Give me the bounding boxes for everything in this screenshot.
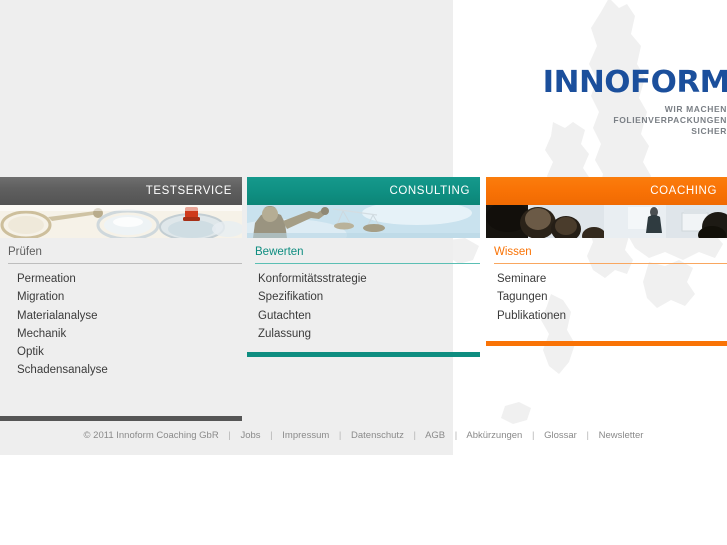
link-seminare[interactable]: Seminare: [497, 270, 727, 288]
footer-copyright: © 2011 Innoform Coaching GbR: [83, 430, 219, 441]
footer-link-jobs[interactable]: Jobs: [240, 430, 260, 441]
lady-justice-image: [247, 205, 480, 238]
photo-lady-justice[interactable]: [247, 205, 480, 238]
section-bar-coaching[interactable]: COACHING: [486, 177, 727, 205]
section-bar-label-consulting: CONSULTING: [389, 185, 470, 197]
link-tagungen[interactable]: Tagungen: [497, 288, 727, 306]
tagline-line-1: WIR MACHEN: [664, 104, 727, 114]
photo-seminar-audience[interactable]: [486, 205, 727, 238]
link-gutachten[interactable]: Gutachten: [258, 307, 480, 325]
section-bar-consulting[interactable]: CONSULTING: [247, 177, 480, 205]
footer-link-abkuerzungen[interactable]: Abkürzungen: [466, 430, 522, 441]
footer-separator: |: [270, 430, 273, 441]
column-heading-pruefen: Prüfen: [8, 246, 242, 264]
link-migration[interactable]: Migration: [17, 288, 242, 306]
link-konformitaetsstrategie[interactable]: Konformitätsstrategie: [258, 270, 480, 288]
nav-consulting: Konformitätsstrategie Spezifikation Guta…: [258, 270, 480, 343]
column-heading-wissen: Wissen: [494, 246, 727, 264]
column-heading-bewerten: Bewerten: [255, 246, 480, 264]
link-materialanalyse[interactable]: Materialanalyse: [17, 307, 242, 325]
section-bar-label-testservice: TESTSERVICE: [145, 185, 232, 197]
footer-separator: |: [454, 430, 458, 441]
link-schadensanalyse[interactable]: Schadensanalyse: [17, 361, 242, 379]
accent-rule-testservice: [0, 416, 242, 421]
section-bar-testservice[interactable]: TESTSERVICE: [0, 177, 242, 205]
footer-separator: |: [586, 430, 589, 441]
tagline-line-2: FOLIENVERPACKUNGEN: [613, 115, 727, 125]
tagline-line-3: SICHER: [691, 126, 727, 136]
footer-separator: |: [338, 430, 342, 441]
accent-rule-consulting: [247, 352, 480, 357]
link-optik[interactable]: Optik: [17, 343, 242, 361]
footer-link-glossar[interactable]: Glossar: [544, 430, 577, 441]
logo-tagline: WIR MACHEN FOLIENVERPACKUNGEN SICHER: [548, 104, 727, 137]
footer-link-newsletter[interactable]: Newsletter: [599, 430, 644, 441]
photo-laboratory-glassware[interactable]: [0, 205, 242, 238]
footer-link-datenschutz[interactable]: Datenschutz: [351, 430, 404, 441]
footer-separator: |: [228, 430, 231, 441]
seminar-audience-image: [486, 205, 727, 238]
accent-rule-coaching: [486, 341, 727, 346]
footer: © 2011 Innoform Coaching GbR | Jobs | Im…: [0, 430, 727, 441]
link-permeation[interactable]: Permeation: [17, 270, 242, 288]
link-spezifikation[interactable]: Spezifikation: [258, 288, 480, 306]
link-publikationen[interactable]: Publikationen: [497, 307, 727, 325]
link-mechanik[interactable]: Mechanik: [17, 325, 242, 343]
site-logo[interactable]: INNOFORM WIR MACHEN FOLIENVERPACKUNGEN S…: [543, 68, 727, 137]
footer-link-impressum[interactable]: Impressum: [282, 430, 329, 441]
nav-testservice: Permeation Migration Materialanalyse Mec…: [17, 270, 242, 380]
laboratory-glassware-image: [0, 205, 242, 238]
footer-separator: |: [531, 430, 535, 441]
homepage: INNOFORM WIR MACHEN FOLIENVERPACKUNGEN S…: [0, 0, 727, 545]
page-bottom-whitespace: [0, 455, 727, 545]
nav-coaching: Seminare Tagungen Publikationen: [497, 270, 727, 325]
logo-wordmark: INNOFORM: [542, 65, 727, 100]
link-zulassung[interactable]: Zulassung: [258, 325, 480, 343]
footer-link-agb[interactable]: AGB: [425, 430, 445, 441]
footer-separator: |: [413, 430, 416, 441]
section-bar-label-coaching: COACHING: [650, 185, 717, 197]
